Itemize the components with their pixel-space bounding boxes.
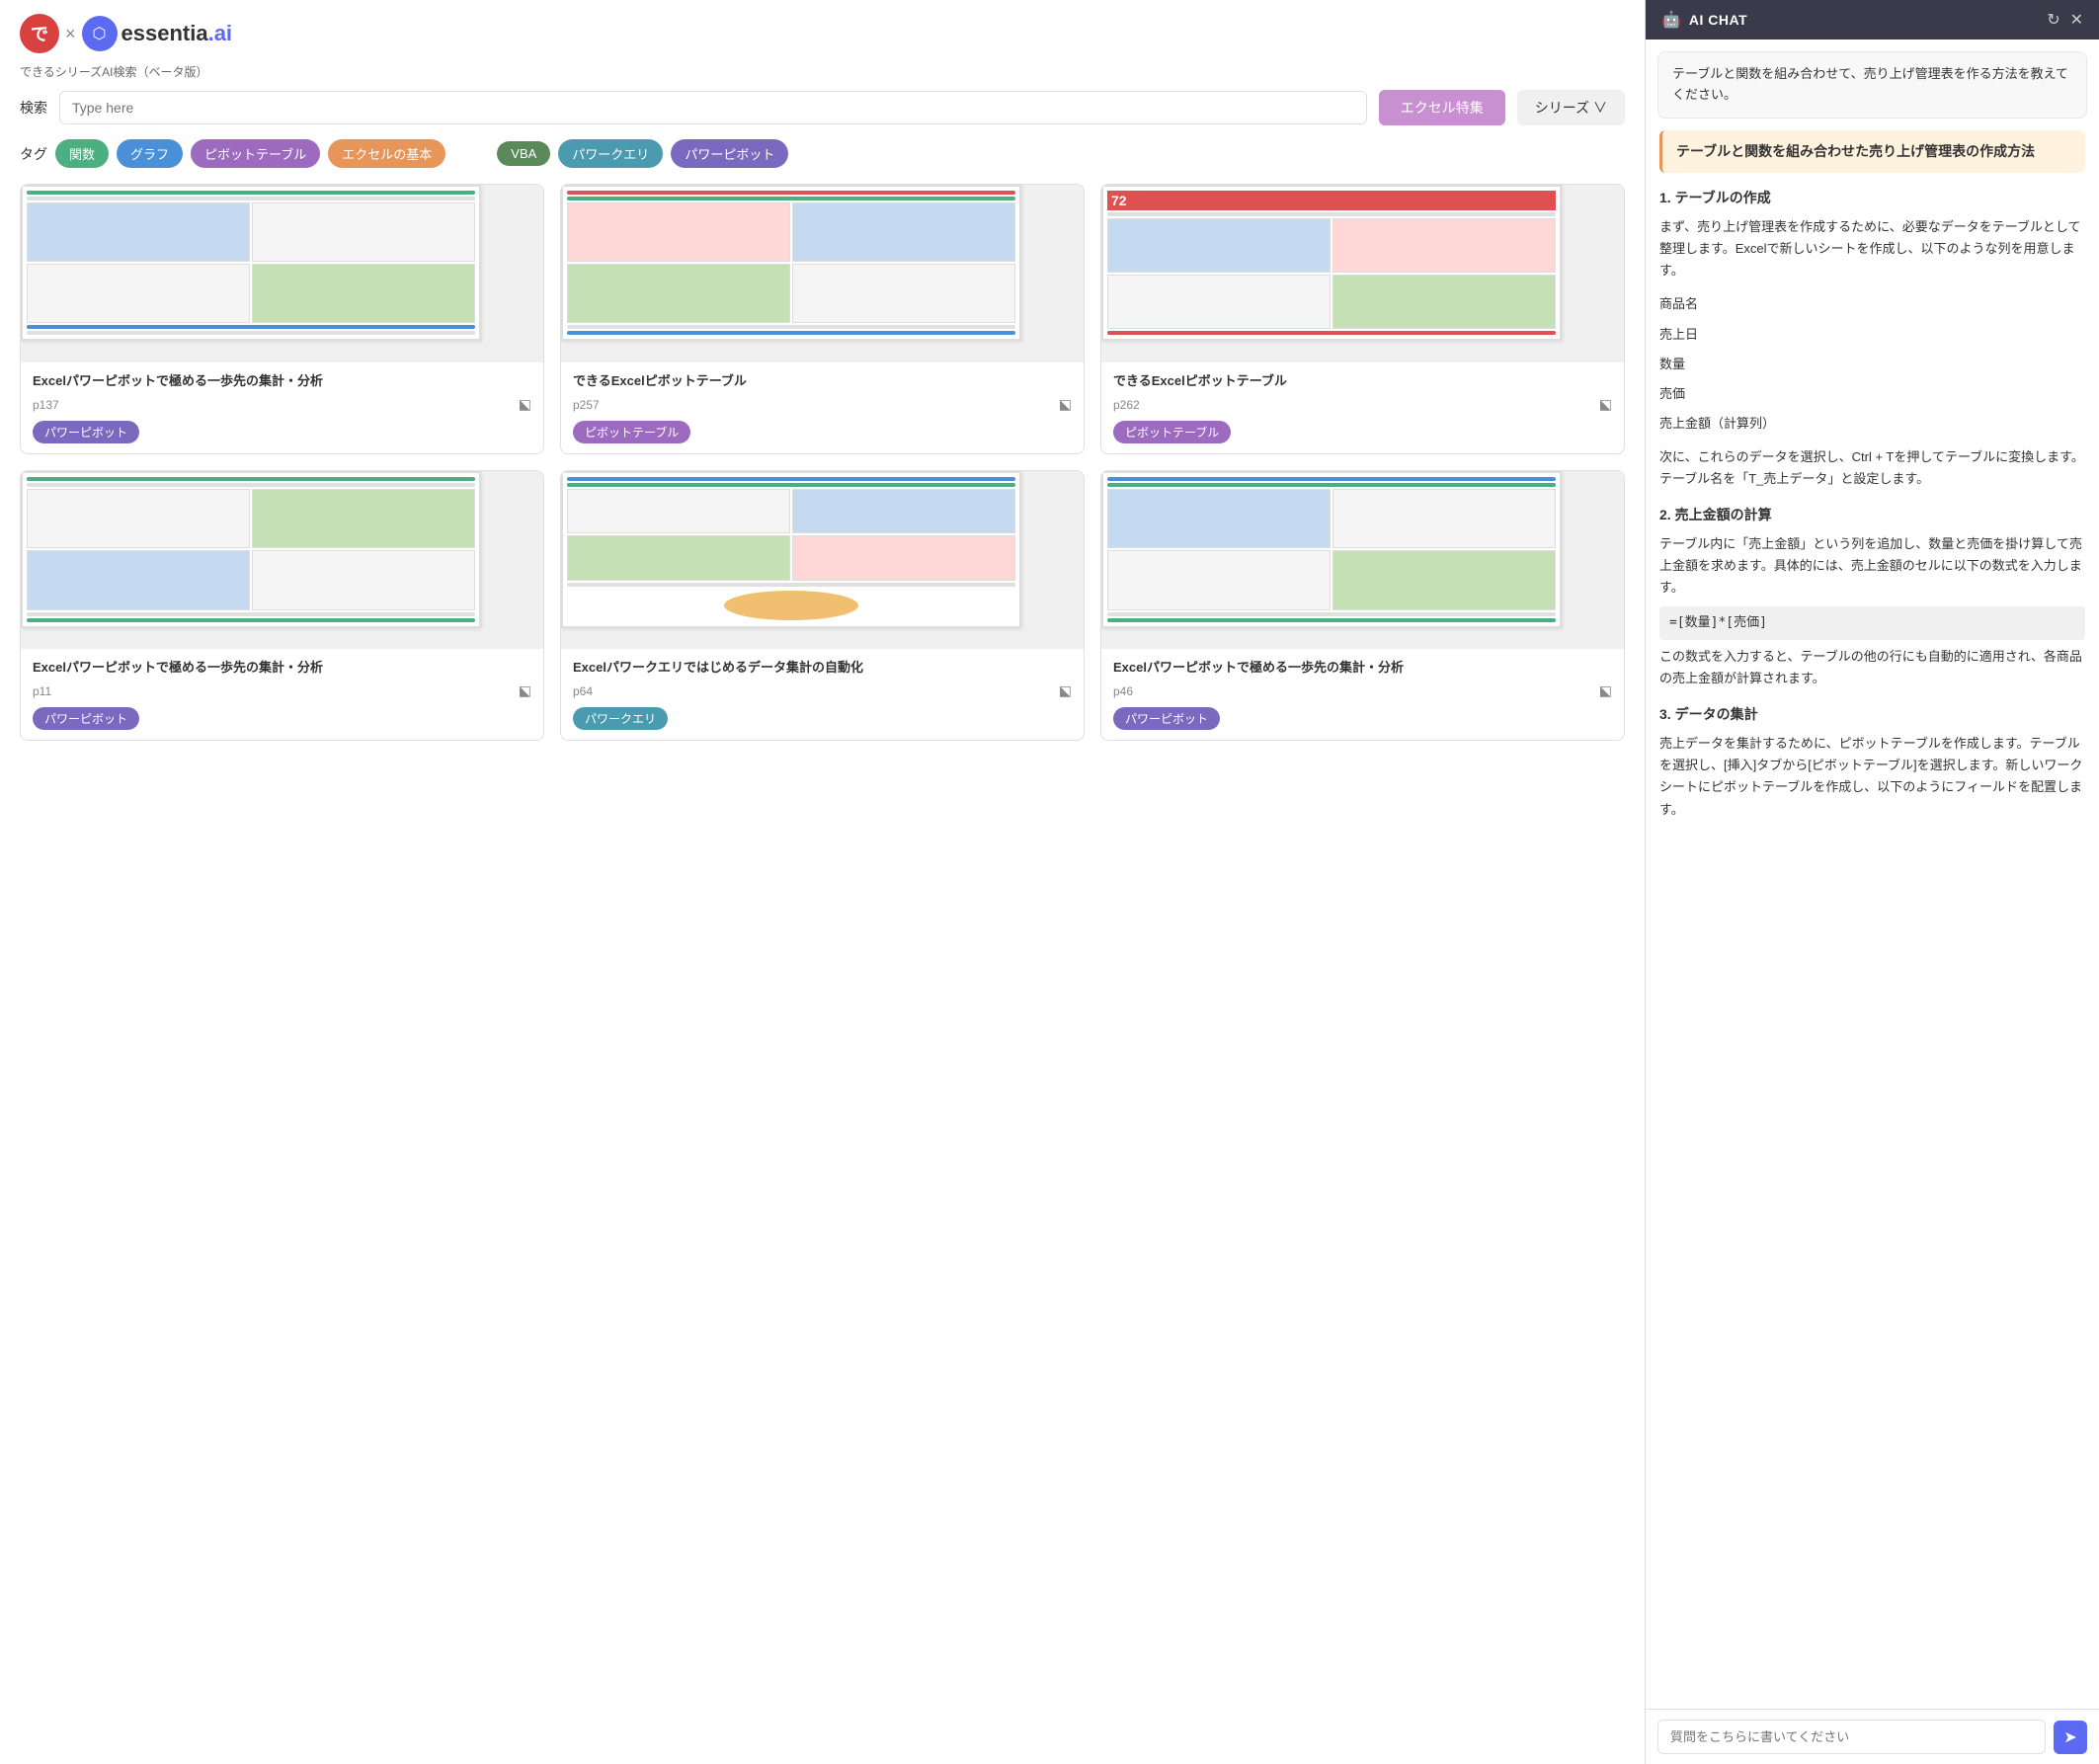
card-2-tag[interactable]: ピボットテーブル	[573, 421, 690, 443]
excel-filter-button[interactable]: エクセル特集	[1379, 90, 1505, 125]
card-3-ext-icon[interactable]: ⬕	[1599, 396, 1612, 413]
tag-pivot-table[interactable]: ピボットテーブル	[191, 139, 320, 168]
chat-header: 🤖 AI CHAT ↻ ✕	[1646, 0, 2099, 40]
logo-separator: ×	[65, 24, 76, 44]
chat-question: テーブルと関数を組み合わせて、売り上げ管理表を作る方法を教えてください。	[1657, 51, 2087, 119]
card-2-page: p257	[573, 398, 600, 412]
search-input[interactable]	[60, 92, 1366, 123]
search-label: 検索	[20, 98, 47, 118]
logo-area: で × ⬡ essentia.ai	[20, 14, 232, 53]
answer-title: テーブルと関数を組み合わせた売り上げ管理表の作成方法	[1659, 130, 2085, 174]
header: で × ⬡ essentia.ai	[20, 0, 1625, 61]
card-1-ext-icon[interactable]: ⬕	[519, 396, 531, 413]
card-1-thumbnail	[21, 185, 543, 362]
left-panel: で × ⬡ essentia.ai できるシリーズAI検索（ベータ版） 検索 エ…	[0, 0, 1645, 1764]
section-1-content: まず、売り上げ管理表を作成するために、必要なデータをテーブルとして整理します。E…	[1659, 216, 2085, 281]
tag-graph[interactable]: グラフ	[117, 139, 183, 168]
card-6[interactable]: Excelパワーピボットで極める一歩先の集計・分析 p46 ⬕ パワーピボット	[1100, 470, 1625, 741]
essentia-text: essentia.ai	[121, 21, 233, 46]
card-2-title: できるExcelピボットテーブル	[573, 372, 1072, 390]
list-item-2: 売上日	[1659, 320, 2085, 350]
card-2-ext-icon[interactable]: ⬕	[1059, 396, 1072, 413]
card-6-thumbnail	[1101, 471, 1624, 649]
formula: =[数量]*[売価]	[1659, 606, 2085, 640]
card-4-thumbnail	[21, 471, 543, 649]
search-input-wrap[interactable]	[59, 91, 1367, 124]
card-4-tag[interactable]: パワーピボット	[33, 707, 139, 730]
refresh-button[interactable]: ↻	[2047, 10, 2059, 30]
card-5-ext-icon[interactable]: ⬕	[1059, 682, 1072, 699]
section-2-title: 2. 売上金額の計算	[1659, 504, 2085, 527]
chat-input-row: ➤	[1646, 1709, 2099, 1764]
card-4-ext-icon[interactable]: ⬕	[519, 682, 531, 699]
card-1[interactable]: Excelパワーピボットで極める一歩先の集計・分析 p137 ⬕ パワーピボット	[20, 184, 544, 454]
dekiru-logo: で	[20, 14, 59, 53]
card-3-title: できるExcelピボットテーブル	[1113, 372, 1612, 390]
card-6-tag[interactable]: パワーピボット	[1113, 707, 1220, 730]
card-1-title: Excelパワーピボットで極める一歩先の集計・分析	[33, 372, 531, 390]
section-1-extra: 次に、これらのデータを選択し、Ctrl + Tを押してテーブルに変換します。テー…	[1659, 446, 2085, 490]
card-5-page: p64	[573, 684, 593, 698]
tag-power-query[interactable]: パワークエリ	[558, 139, 663, 168]
chat-header-left: 🤖 AI CHAT	[1661, 10, 1747, 30]
card-4[interactable]: Excelパワーピボットで極める一歩先の集計・分析 p11 ⬕ パワーピボット	[20, 470, 544, 741]
card-grid: Excelパワーピボットで極める一歩先の集計・分析 p137 ⬕ パワーピボット	[20, 184, 1625, 741]
tag-excel-basics[interactable]: エクセルの基本	[328, 139, 445, 168]
card-2[interactable]: できるExcelピボットテーブル p257 ⬕ ピボットテーブル	[560, 184, 1085, 454]
card-3[interactable]: 72 できるExcelピボットテーブル p262 ⬕	[1100, 184, 1625, 454]
card-5-title: Excelパワークエリではじめるデータ集計の自動化	[573, 659, 1072, 677]
chat-title: AI CHAT	[1689, 12, 1747, 28]
card-1-page: p137	[33, 398, 59, 412]
tag-vba[interactable]: VBA	[497, 141, 550, 166]
card-6-title: Excelパワーピボットで極める一歩先の集計・分析	[1113, 659, 1612, 677]
chat-header-right: ↻ ✕	[2047, 10, 2083, 30]
tags-label: タグ	[20, 144, 47, 164]
card-1-tag[interactable]: パワーピボット	[33, 421, 139, 443]
section-1-list: 商品名 売上日 数量 売価 売上金額（計算列）	[1659, 289, 2085, 438]
ai-icon: 🤖	[1661, 10, 1681, 30]
right-panel: 🤖 AI CHAT ↻ ✕ テーブルと関数を組み合わせて、売り上げ管理表を作る方…	[1645, 0, 2099, 1764]
close-button[interactable]: ✕	[2070, 10, 2083, 30]
section-3-content: 売上データを集計するために、ピボットテーブルを作成します。テーブルを選択し、[挿…	[1659, 733, 2085, 820]
subtitle: できるシリーズAI検索（ベータ版）	[20, 61, 1625, 90]
chat-answer: テーブルと関数を組み合わせた売り上げ管理表の作成方法 1. テーブルの作成 まず…	[1646, 130, 2099, 1709]
section-1-title: 1. テーブルの作成	[1659, 187, 2085, 210]
card-4-title: Excelパワーピボットで極める一歩先の集計・分析	[33, 659, 531, 677]
card-5[interactable]: Excelパワークエリではじめるデータ集計の自動化 p64 ⬕ パワークエリ	[560, 470, 1085, 741]
essentia-logo: ⬡ essentia.ai	[82, 16, 233, 51]
card-5-thumbnail	[561, 471, 1084, 649]
card-2-thumbnail	[561, 185, 1084, 362]
list-item-4: 売価	[1659, 379, 2085, 409]
card-3-tag[interactable]: ピボットテーブル	[1113, 421, 1231, 443]
card-5-tag[interactable]: パワークエリ	[573, 707, 668, 730]
card-3-thumbnail: 72	[1101, 185, 1624, 362]
tag-power-pivot[interactable]: パワーピボット	[671, 139, 788, 168]
card-4-page: p11	[33, 684, 51, 698]
search-row: 検索 エクセル特集 シリーズ ∨	[20, 90, 1625, 125]
list-item-5: 売上金額（計算列）	[1659, 409, 2085, 439]
card-6-page: p46	[1113, 684, 1133, 698]
tag-kansuu[interactable]: 関数	[55, 139, 109, 168]
series-button[interactable]: シリーズ ∨	[1517, 90, 1625, 125]
send-button[interactable]: ➤	[2054, 1721, 2087, 1754]
essentia-icon: ⬡	[82, 16, 118, 51]
section-3-title: 3. データの集計	[1659, 703, 2085, 727]
section-2-extra: この数式を入力すると、テーブルの他の行にも自動的に適用され、各商品の売上金額が計…	[1659, 646, 2085, 689]
card-6-ext-icon[interactable]: ⬕	[1599, 682, 1612, 699]
list-item-3: 数量	[1659, 350, 2085, 379]
card-3-page: p262	[1113, 398, 1140, 412]
section-2-content: テーブル内に「売上金額」という列を追加し、数量と売価を掛け算して売上金額を求めま…	[1659, 533, 2085, 599]
list-item-1: 商品名	[1659, 289, 2085, 319]
tags-row: タグ 関数 グラフ ピボットテーブル エクセルの基本 タグ VBA パワークエリ…	[20, 139, 1625, 168]
chat-input[interactable]	[1657, 1720, 2046, 1754]
